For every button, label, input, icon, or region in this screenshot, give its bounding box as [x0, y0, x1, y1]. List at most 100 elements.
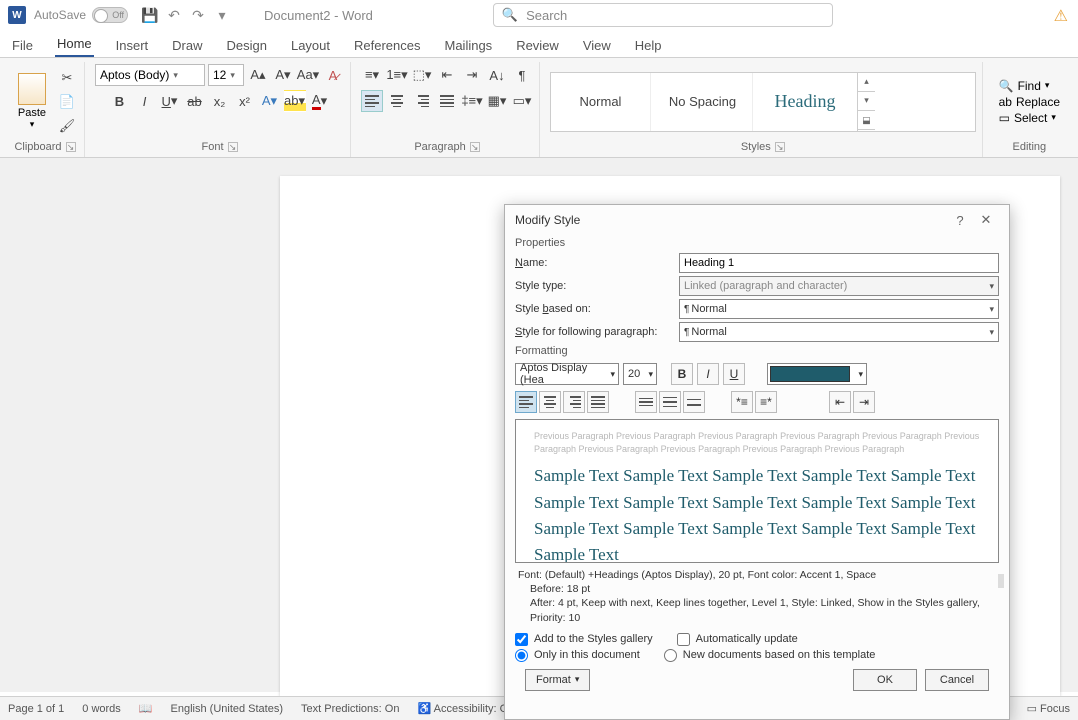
only-this-doc-radio[interactable] — [515, 649, 528, 662]
bold-icon[interactable]: B — [109, 90, 131, 112]
tab-insert[interactable]: Insert — [114, 34, 151, 57]
decrease-indent-icon[interactable]: ⇤ — [436, 64, 458, 86]
paste-button[interactable]: Paste ▾ — [12, 73, 52, 130]
font-launcher-icon[interactable]: ↘ — [228, 142, 238, 152]
change-case-icon[interactable]: Aa▾ — [297, 64, 319, 86]
superscript-icon[interactable]: x² — [234, 90, 256, 112]
dlg-font-color-combo[interactable]: ▾ — [767, 363, 867, 385]
grow-font-icon[interactable]: A▴ — [247, 64, 269, 86]
save-icon[interactable]: 💾 — [141, 6, 159, 24]
auto-update-checkbox[interactable] — [677, 633, 690, 646]
autosave-switch[interactable]: Off — [92, 7, 128, 23]
tab-file[interactable]: File — [10, 34, 35, 57]
borders-icon[interactable]: ▭▾ — [511, 90, 533, 112]
sort-icon[interactable]: A↓ — [486, 64, 508, 86]
undo-icon[interactable]: ↶ — [165, 6, 183, 24]
help-icon[interactable]: ? — [947, 213, 973, 228]
qat-more-icon[interactable]: ▾ — [213, 6, 231, 24]
italic-icon[interactable]: I — [134, 90, 156, 112]
name-input[interactable] — [679, 253, 999, 273]
bullets-icon[interactable]: ≡▾ — [361, 64, 383, 86]
style-normal[interactable]: Normal — [551, 73, 651, 131]
font-name-combo[interactable]: Aptos (Body)▾ — [95, 64, 205, 86]
tab-view[interactable]: View — [581, 34, 613, 57]
align-left-icon[interactable] — [361, 90, 383, 112]
align-right-icon[interactable] — [411, 90, 433, 112]
status-spellcheck-icon[interactable]: 📖 — [139, 702, 153, 715]
status-focus[interactable]: ▭ Focus — [1027, 702, 1070, 715]
dlg-align-center-button[interactable] — [539, 391, 561, 413]
font-size-combo[interactable]: 12▾ — [208, 64, 244, 86]
dlg-italic-button[interactable]: I — [697, 363, 719, 385]
dlg-decrease-indent-button[interactable]: ⇤ — [829, 391, 851, 413]
dlg-space-before-dec-button[interactable]: ≡* — [755, 391, 777, 413]
line-spacing-icon[interactable]: ‡≡▾ — [461, 90, 483, 112]
styles-scroll[interactable]: ▴▾⬓ — [857, 73, 875, 131]
show-marks-icon[interactable]: ¶ — [511, 64, 533, 86]
tab-design[interactable]: Design — [225, 34, 269, 57]
dlg-font-name-combo[interactable]: Aptos Display (Hea▾ — [515, 363, 619, 385]
autosave-toggle[interactable]: AutoSave Off — [34, 7, 128, 23]
dlg-align-right-button[interactable] — [563, 391, 585, 413]
styles-gallery[interactable]: Normal No Spacing Heading ▴▾⬓ — [550, 72, 976, 132]
new-docs-radio[interactable] — [664, 649, 677, 662]
select-button[interactable]: ▭Select▾ — [999, 111, 1060, 125]
dlg-spacing-2-button[interactable] — [683, 391, 705, 413]
tab-references[interactable]: References — [352, 34, 422, 57]
highlight-icon[interactable]: ab▾ — [284, 90, 306, 112]
status-language[interactable]: English (United States) — [171, 703, 284, 715]
dlg-spacing-15-button[interactable] — [659, 391, 681, 413]
close-icon[interactable]: ✕ — [973, 212, 999, 228]
dlg-bold-button[interactable]: B — [671, 363, 693, 385]
tab-review[interactable]: Review — [514, 34, 561, 57]
style-no-spacing[interactable]: No Spacing — [653, 73, 753, 131]
dlg-font-size-combo[interactable]: 20▾ — [623, 363, 657, 385]
strikethrough-icon[interactable]: ab — [184, 90, 206, 112]
dlg-spacing-1-button[interactable] — [635, 391, 657, 413]
tab-draw[interactable]: Draw — [170, 34, 204, 57]
dialog-titlebar[interactable]: Modify Style ? ✕ — [505, 205, 1009, 235]
tab-home[interactable]: Home — [55, 32, 94, 57]
shrink-font-icon[interactable]: A▾ — [272, 64, 294, 86]
clipboard-launcher-icon[interactable]: ↘ — [66, 142, 76, 152]
subscript-icon[interactable]: x₂ — [209, 90, 231, 112]
shading-icon[interactable]: ▦▾ — [486, 90, 508, 112]
tab-mailings[interactable]: Mailings — [443, 34, 495, 57]
dlg-space-before-inc-button[interactable]: *≡ — [731, 391, 753, 413]
status-page[interactable]: Page 1 of 1 — [8, 703, 64, 715]
paragraph-launcher-icon[interactable]: ↘ — [470, 142, 480, 152]
clear-formatting-icon[interactable]: A̷ — [322, 64, 344, 86]
font-color-icon[interactable]: A▾ — [309, 90, 331, 112]
status-words[interactable]: 0 words — [82, 703, 121, 715]
justify-icon[interactable] — [436, 90, 458, 112]
warning-icon[interactable]: ⚠ — [1054, 6, 1068, 26]
find-button[interactable]: 🔍Find▾ — [999, 79, 1060, 93]
cancel-button[interactable]: Cancel — [925, 669, 989, 691]
increase-indent-icon[interactable]: ⇥ — [461, 64, 483, 86]
dlg-align-left-button[interactable] — [515, 391, 537, 413]
underline-icon[interactable]: U▾ — [159, 90, 181, 112]
replace-button[interactable]: abReplace — [999, 95, 1060, 109]
status-predictions[interactable]: Text Predictions: On — [301, 703, 399, 715]
status-accessibility[interactable]: ♿ Accessibility: Go — [417, 702, 514, 715]
style-based-combo[interactable]: Normal▾ — [679, 299, 999, 319]
cut-icon[interactable]: ✂ — [56, 67, 78, 89]
tab-layout[interactable]: Layout — [289, 34, 332, 57]
numbering-icon[interactable]: 1≡▾ — [386, 64, 408, 86]
redo-icon[interactable]: ↷ — [189, 6, 207, 24]
styles-launcher-icon[interactable]: ↘ — [775, 142, 785, 152]
dlg-justify-button[interactable] — [587, 391, 609, 413]
ok-button[interactable]: OK — [853, 669, 917, 691]
text-effects-icon[interactable]: A▾ — [259, 90, 281, 112]
dlg-underline-button[interactable]: U — [723, 363, 745, 385]
style-following-combo[interactable]: Normal▾ — [679, 322, 999, 342]
format-dropdown-button[interactable]: Format▾ — [525, 669, 590, 691]
search-box[interactable]: 🔍 Search — [493, 3, 833, 27]
multilevel-list-icon[interactable]: ⬚▾ — [411, 64, 433, 86]
format-painter-icon[interactable]: 🖌 — [56, 115, 78, 137]
add-to-gallery-checkbox[interactable] — [515, 633, 528, 646]
tab-help[interactable]: Help — [633, 34, 664, 57]
copy-icon[interactable]: 📄 — [56, 91, 78, 113]
desc-scrollbar[interactable] — [998, 574, 1004, 588]
align-center-icon[interactable] — [386, 90, 408, 112]
